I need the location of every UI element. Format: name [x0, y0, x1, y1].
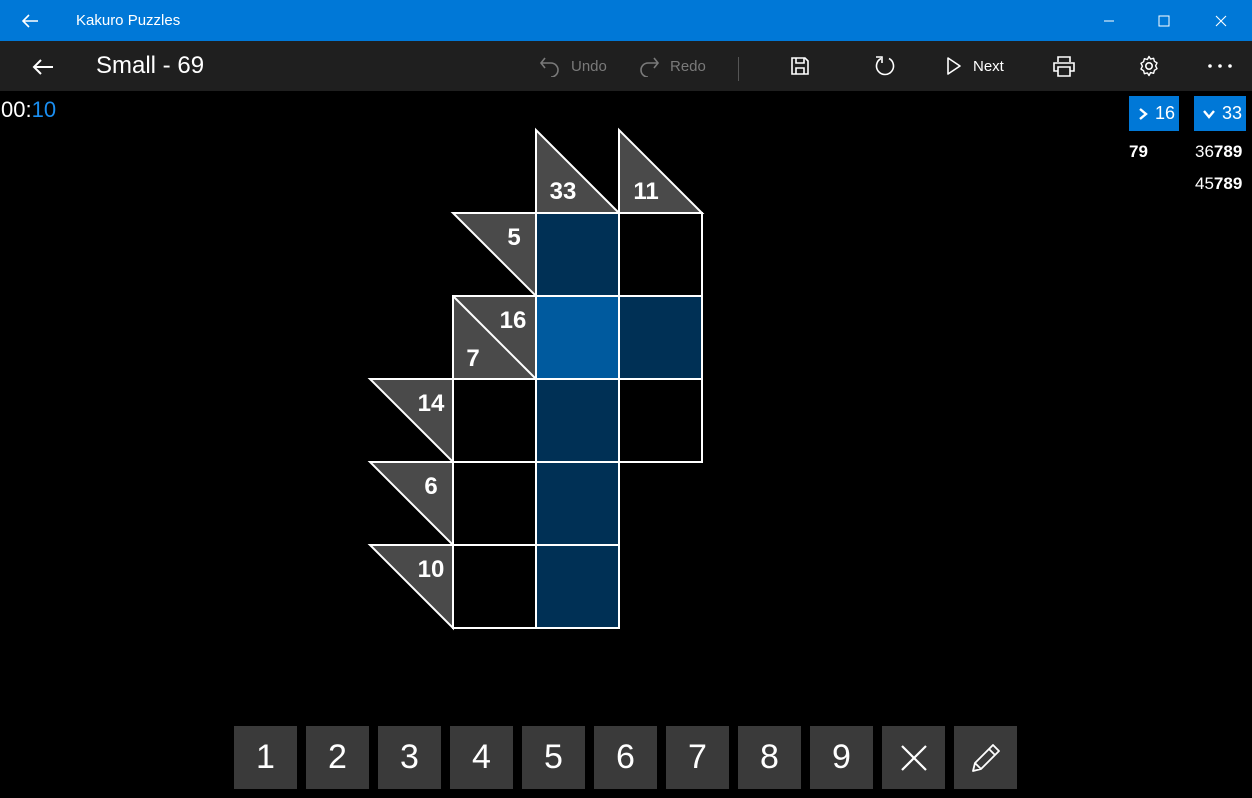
digit-key-6[interactable]: 6: [594, 726, 657, 789]
clue-r5c0-across: 10: [418, 556, 445, 583]
puzzle-cell-r2c2[interactable]: [535, 295, 620, 380]
puzzle-cell-r4c2[interactable]: [535, 461, 620, 546]
puzzle-cell-r1c2[interactable]: [535, 212, 620, 297]
digit-key-3[interactable]: 3: [378, 726, 441, 789]
kakuro-board: 33 11 5 16 7 14 6 10: [367, 127, 705, 631]
clue-r2c1-down: 7: [466, 345, 479, 372]
clue-r1c1-across: 5: [507, 224, 520, 251]
clue-r4c0-across: 6: [424, 473, 437, 500]
pencil-mode-key[interactable]: [954, 726, 1017, 789]
puzzle-cell-r4c1[interactable]: [452, 461, 537, 546]
clue-r1c1-triangle: [450, 212, 537, 299]
digit-key-2[interactable]: 2: [306, 726, 369, 789]
digit-key-7[interactable]: 7: [666, 726, 729, 789]
clue-r0c2-triangle: [535, 127, 622, 214]
digit-key-8[interactable]: 8: [738, 726, 801, 789]
clear-key[interactable]: [882, 726, 945, 789]
clue-r0c3-down: 11: [633, 178, 658, 205]
puzzle-cell-r5c2[interactable]: [535, 544, 620, 629]
puzzle-cell-r3c3[interactable]: [618, 378, 703, 463]
digit-key-4[interactable]: 4: [450, 726, 513, 789]
clue-r4c0-triangle: [367, 461, 454, 548]
pencil-icon: [971, 743, 1000, 772]
close-icon: [900, 744, 927, 771]
puzzle-cell-r1c3[interactable]: [618, 212, 703, 297]
clue-r0c3-triangle: [618, 127, 705, 214]
puzzle-cell-r3c2[interactable]: [535, 378, 620, 463]
digit-key-1[interactable]: 1: [234, 726, 297, 789]
puzzle-cell-r3c1[interactable]: [452, 378, 537, 463]
digit-key-9[interactable]: 9: [810, 726, 873, 789]
clue-r0c2-down: 33: [550, 178, 577, 205]
clue-r2c1-across: 16: [500, 307, 527, 334]
number-keypad: 123456789: [234, 726, 1026, 789]
puzzle-cell-r2c3[interactable]: [618, 295, 703, 380]
clue-r3c0-across: 14: [418, 390, 445, 417]
digit-key-5[interactable]: 5: [522, 726, 585, 789]
puzzle-cell-r5c1[interactable]: [452, 544, 537, 629]
